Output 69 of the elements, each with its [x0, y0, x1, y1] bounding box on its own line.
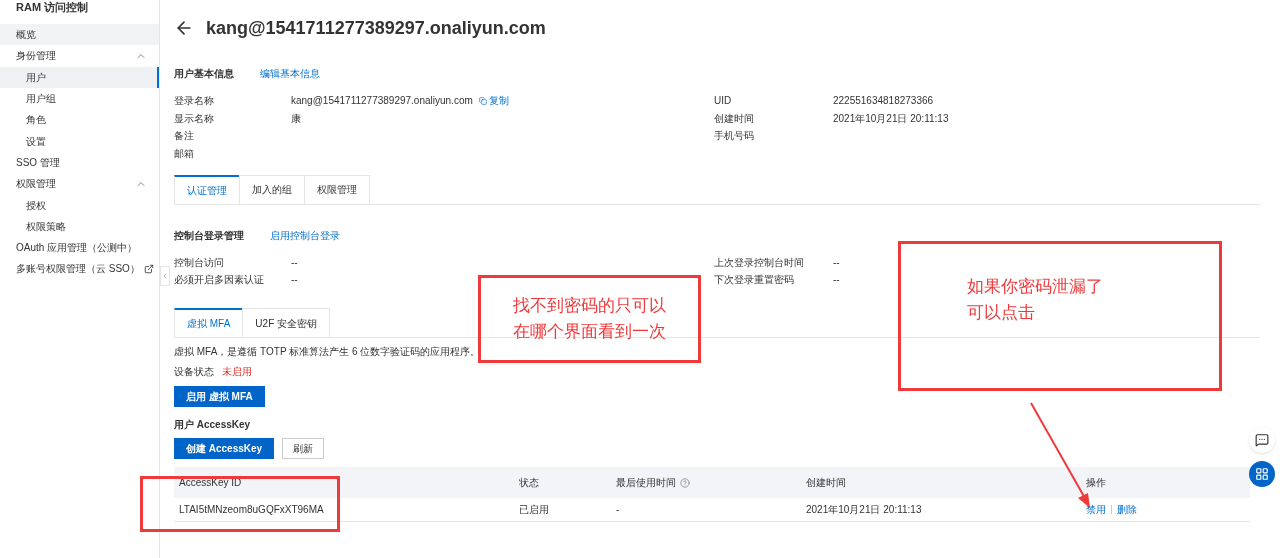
copy-link[interactable]: 复制	[478, 93, 509, 108]
field-label: 必须开启多因素认证	[174, 273, 265, 287]
sidebar-item[interactable]: 授权	[0, 194, 159, 216]
page-title: kang@1541711277389297.onaliyun.com	[206, 16, 546, 40]
column-header: 最后使用时间	[616, 476, 676, 490]
field-label: 邮箱	[174, 146, 195, 161]
field-value: --	[833, 255, 840, 270]
grid-icon	[1255, 467, 1269, 481]
sidebar-item[interactable]: SSO 管理	[0, 151, 159, 174]
chat-icon	[1255, 433, 1269, 447]
sidebar-item[interactable]: 概览	[0, 24, 159, 46]
enable-console-login-link[interactable]: 启用控制台登录	[270, 228, 340, 243]
sidebar-item[interactable]: 多账号权限管理（云 SSO）	[0, 258, 159, 280]
column-header: 状态	[519, 476, 539, 490]
status-value: 未启用	[222, 365, 252, 379]
field-label: 控制台访问	[174, 255, 225, 270]
field-label: 备注	[174, 129, 195, 143]
sidebar-item[interactable]: 权限管理	[0, 173, 159, 195]
sidebar-item[interactable]: 角色	[0, 109, 159, 131]
field-value: --	[291, 273, 298, 287]
tab[interactable]: 权限管理	[304, 174, 370, 204]
sidebar-item[interactable]: 设置	[0, 130, 159, 152]
sidebar-item[interactable]: 用户	[0, 66, 159, 88]
field-label: UID	[714, 94, 733, 108]
field-label: 登录名称	[174, 94, 215, 108]
table-cell: LTAI5tMNzeom8uGQFxXT96MA	[179, 504, 324, 515]
tab[interactable]: 虚拟 MFA	[174, 308, 244, 337]
action-link[interactable]: 删除	[1117, 502, 1137, 517]
chat-button[interactable]	[1249, 427, 1275, 453]
refresh-button[interactable]: 刷新	[282, 438, 325, 459]
annotation-text: 如果你密码泄漏了	[967, 276, 1103, 298]
field-value: kang@1541711277389297.onaliyun.com	[291, 94, 473, 108]
field-value: 2021年10月21日 20:11:13	[833, 111, 949, 126]
field-label: 显示名称	[174, 111, 215, 126]
annotation-text: 在哪个界面看到一次	[513, 321, 666, 343]
tab[interactable]: 认证管理	[174, 174, 240, 204]
apps-button[interactable]	[1249, 461, 1275, 487]
table-cell: -	[616, 504, 620, 515]
sidebar-item[interactable]: 身份管理	[0, 45, 159, 67]
create-accesskey-button[interactable]: 创建 AccessKey	[174, 438, 275, 459]
field-value: --	[291, 255, 298, 270]
field-value: 222551634818273366	[833, 94, 934, 108]
field-label: 创建时间	[714, 111, 755, 126]
table-cell: 已启用	[519, 504, 549, 515]
field-label: 上次登录控制台时间	[714, 255, 805, 270]
section-heading: 控制台登录管理	[174, 229, 244, 243]
annotation-text: 可以点击	[967, 302, 1035, 324]
column-header: 创建时间	[806, 476, 846, 490]
field-value: --	[833, 273, 840, 287]
field-value: 康	[291, 111, 301, 126]
sidebar-item[interactable]: OAuth 应用管理（公测中）	[0, 236, 159, 259]
mfa-description: 虚拟 MFA，是遵循 TOTP 标准算法产生 6 位数字验证码的应用程序。	[174, 345, 482, 359]
annotation-text: 找不到密码的只可以	[513, 295, 666, 317]
section-heading: 用户基本信息	[174, 66, 234, 81]
sidebar-item[interactable]: 用户组	[0, 87, 159, 110]
field-label: 手机号码	[714, 129, 755, 143]
sidebar-title: RAM 访问控制	[15, 0, 90, 14]
section-heading: 用户 AccessKey	[174, 418, 252, 432]
status-label: 设备状态	[174, 365, 214, 379]
column-header: 操作	[1086, 476, 1106, 490]
action-link[interactable]: 禁用	[1086, 502, 1106, 517]
chevron-left-icon	[161, 271, 169, 281]
sidebar-item[interactable]: 权限策略	[0, 215, 159, 237]
table-cell: 2021年10月21日 20:11:13	[806, 504, 922, 515]
field-label: 下次登录重置密码	[714, 273, 795, 287]
edit-info-link[interactable]: 编辑基本信息	[260, 65, 320, 81]
copy-icon	[478, 96, 487, 105]
enable-mfa-button[interactable]: 启用 虚拟 MFA	[174, 386, 265, 407]
tab[interactable]: U2F 安全密钥	[242, 308, 330, 337]
